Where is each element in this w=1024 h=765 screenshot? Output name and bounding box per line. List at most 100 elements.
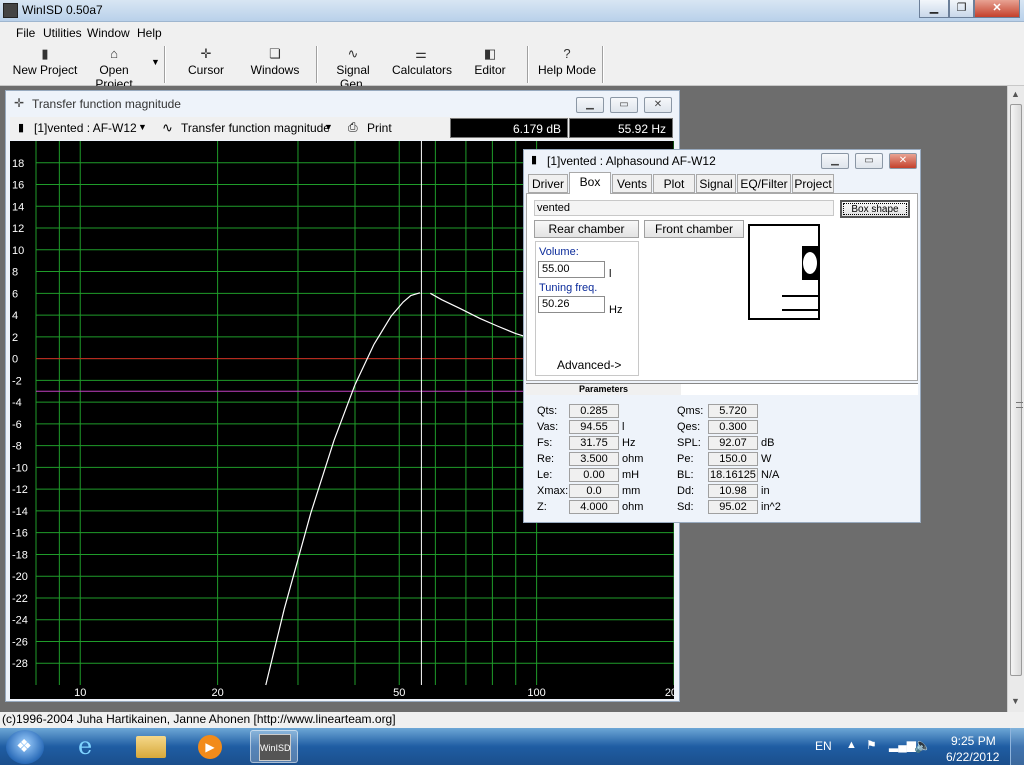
param-unit: Hz bbox=[622, 437, 636, 449]
taskbar-explorer[interactable] bbox=[126, 730, 174, 763]
tuning-input[interactable]: 50.26 bbox=[538, 296, 605, 313]
dialog-minimize-button[interactable]: ▁ bbox=[821, 153, 849, 169]
param-label: Dd: bbox=[677, 485, 695, 497]
menu-file[interactable]: File bbox=[16, 26, 35, 40]
param-label: SPL: bbox=[677, 437, 701, 449]
y-tick-label: -10 bbox=[12, 462, 28, 474]
open-project-dropdown-icon[interactable]: ▼ bbox=[151, 57, 160, 67]
parameters-header: Parameters bbox=[526, 384, 681, 395]
tab-box[interactable]: Box bbox=[569, 172, 611, 194]
menu-window[interactable]: Window bbox=[87, 26, 130, 40]
box-shape-button[interactable]: Box shape bbox=[840, 200, 910, 218]
sine-wave-icon: ∿ bbox=[347, 46, 359, 61]
taskbar-media-player[interactable]: ▶ bbox=[186, 730, 234, 763]
media-player-icon: ▶ bbox=[198, 735, 222, 759]
language-indicator[interactable]: EN bbox=[815, 739, 832, 753]
graph-wave-icon: ∿ bbox=[162, 120, 173, 135]
param-unit: l bbox=[622, 421, 625, 433]
param-unit: in^2 bbox=[761, 501, 781, 513]
windows-button[interactable]: ❏ Windows bbox=[248, 45, 302, 83]
print-button[interactable]: Print bbox=[367, 121, 392, 135]
project-select[interactable]: [1]vented : AF-W12 bbox=[34, 121, 137, 135]
toolbar-separator bbox=[164, 46, 166, 83]
param-value: 95.02 bbox=[708, 500, 758, 514]
scroll-down-icon[interactable]: ▼ bbox=[1011, 696, 1020, 706]
action-center-icon[interactable]: ⚑ bbox=[866, 738, 877, 752]
help-mode-button[interactable]: ? Help Mode bbox=[537, 45, 597, 83]
y-tick-label: -20 bbox=[12, 571, 28, 583]
show-desktop-button[interactable] bbox=[1010, 728, 1024, 765]
plot-maximize-button[interactable]: ▭ bbox=[610, 97, 638, 113]
graph-select[interactable]: Transfer function magnitude bbox=[181, 121, 330, 135]
show-hidden-icons-icon[interactable]: ▲ bbox=[846, 739, 857, 751]
signal-gen-button[interactable]: ∿ Signal Gen. bbox=[322, 45, 384, 91]
toolbar-separator bbox=[602, 46, 604, 83]
scrollbar-thumb[interactable] bbox=[1010, 104, 1023, 676]
param-value: 94.55 bbox=[569, 420, 619, 434]
y-tick-label: -18 bbox=[12, 549, 28, 561]
x-tick-label: 200 bbox=[665, 687, 674, 699]
dialog-icon: ▮ bbox=[531, 154, 538, 166]
front-chamber-button[interactable]: Front chamber bbox=[644, 220, 744, 238]
graph-dropdown-icon[interactable]: ▼ bbox=[324, 122, 333, 132]
tab-vents[interactable]: Vents bbox=[612, 174, 652, 193]
app-title: WinISD 0.50a7 bbox=[22, 3, 103, 17]
tab-plot[interactable]: Plot bbox=[653, 174, 695, 193]
clock-time[interactable]: 9:25 PM bbox=[951, 734, 996, 748]
tab-driver[interactable]: Driver bbox=[528, 174, 568, 193]
rear-chamber-button[interactable]: Rear chamber bbox=[534, 220, 639, 238]
tab-project[interactable]: Project bbox=[792, 174, 834, 193]
windows-icon: ❏ bbox=[269, 46, 281, 61]
box-type-field[interactable]: vented bbox=[534, 200, 834, 216]
editor-button[interactable]: ◧ Editor bbox=[468, 45, 512, 83]
param-label: Le: bbox=[537, 469, 553, 481]
taskbar-winisd[interactable]: WinISD bbox=[250, 730, 298, 763]
volume-icon[interactable]: 🔈 bbox=[914, 737, 931, 754]
param-unit: dB bbox=[761, 437, 775, 449]
param-unit: ohm bbox=[622, 501, 644, 513]
maximize-button[interactable]: ❐ bbox=[949, 0, 974, 18]
start-button[interactable]: ❖ bbox=[6, 730, 44, 764]
new-project-icon: ▮ bbox=[41, 46, 49, 61]
tab-signal[interactable]: Signal bbox=[696, 174, 736, 193]
app-titlebar: WinISD 0.50a7 ▁ ❐ ✕ bbox=[0, 0, 1024, 22]
menu-help[interactable]: Help bbox=[137, 26, 162, 40]
menu-bar: File Utilities Window Help bbox=[0, 22, 1024, 43]
windows-logo-icon: ❖ bbox=[16, 736, 33, 756]
minimize-button[interactable]: ▁ bbox=[919, 0, 949, 18]
network-icon[interactable]: ▂▄▆ bbox=[889, 738, 916, 752]
advanced-button[interactable]: Advanced-> bbox=[557, 358, 621, 372]
y-tick-label: -26 bbox=[12, 636, 28, 648]
scroll-up-icon[interactable]: ▲ bbox=[1011, 89, 1020, 99]
clock-date[interactable]: 6/22/2012 bbox=[946, 750, 999, 764]
y-tick-label: -8 bbox=[12, 441, 22, 453]
project-dropdown-icon[interactable]: ▼ bbox=[138, 122, 147, 132]
menu-utilities[interactable]: Utilities bbox=[43, 26, 82, 40]
workspace-scrollbar[interactable]: ▲ ▼ bbox=[1007, 86, 1024, 712]
cursor-button[interactable]: ✛ Cursor bbox=[180, 45, 232, 83]
plot-close-button[interactable]: ✕ bbox=[644, 97, 672, 113]
taskbar-ie[interactable]: e bbox=[66, 730, 114, 763]
param-label: Qes: bbox=[677, 421, 701, 433]
param-value: 18.16125 bbox=[708, 468, 758, 482]
calculator-icon: ⚌ bbox=[415, 46, 427, 61]
x-tick-label: 100 bbox=[527, 687, 545, 699]
param-unit: mm bbox=[622, 485, 641, 497]
param-value: 3.500 bbox=[569, 452, 619, 466]
tab-eq-filter[interactable]: EQ/Filter bbox=[737, 174, 791, 193]
driver-cone-shape bbox=[803, 252, 817, 274]
calculators-button[interactable]: ⚌ Calculators bbox=[392, 45, 452, 83]
open-project-button[interactable]: ⌂ Open Project bbox=[80, 45, 148, 91]
plot-minimize-button[interactable]: ▁ bbox=[576, 97, 604, 113]
volume-input[interactable]: 55.00 bbox=[538, 261, 605, 278]
param-label: Sd: bbox=[677, 501, 694, 513]
param-value: 0.285 bbox=[569, 404, 619, 418]
new-project-button[interactable]: ▮ New Project bbox=[12, 45, 78, 83]
dialog-close-button[interactable]: ✕ bbox=[889, 153, 917, 169]
dialog-maximize-button[interactable]: ▭ bbox=[855, 153, 883, 169]
y-tick-label: -22 bbox=[12, 593, 28, 605]
param-label: BL: bbox=[677, 469, 694, 481]
toolbar-separator bbox=[527, 46, 529, 83]
app-icon bbox=[3, 3, 18, 18]
close-button[interactable]: ✕ bbox=[974, 0, 1020, 18]
